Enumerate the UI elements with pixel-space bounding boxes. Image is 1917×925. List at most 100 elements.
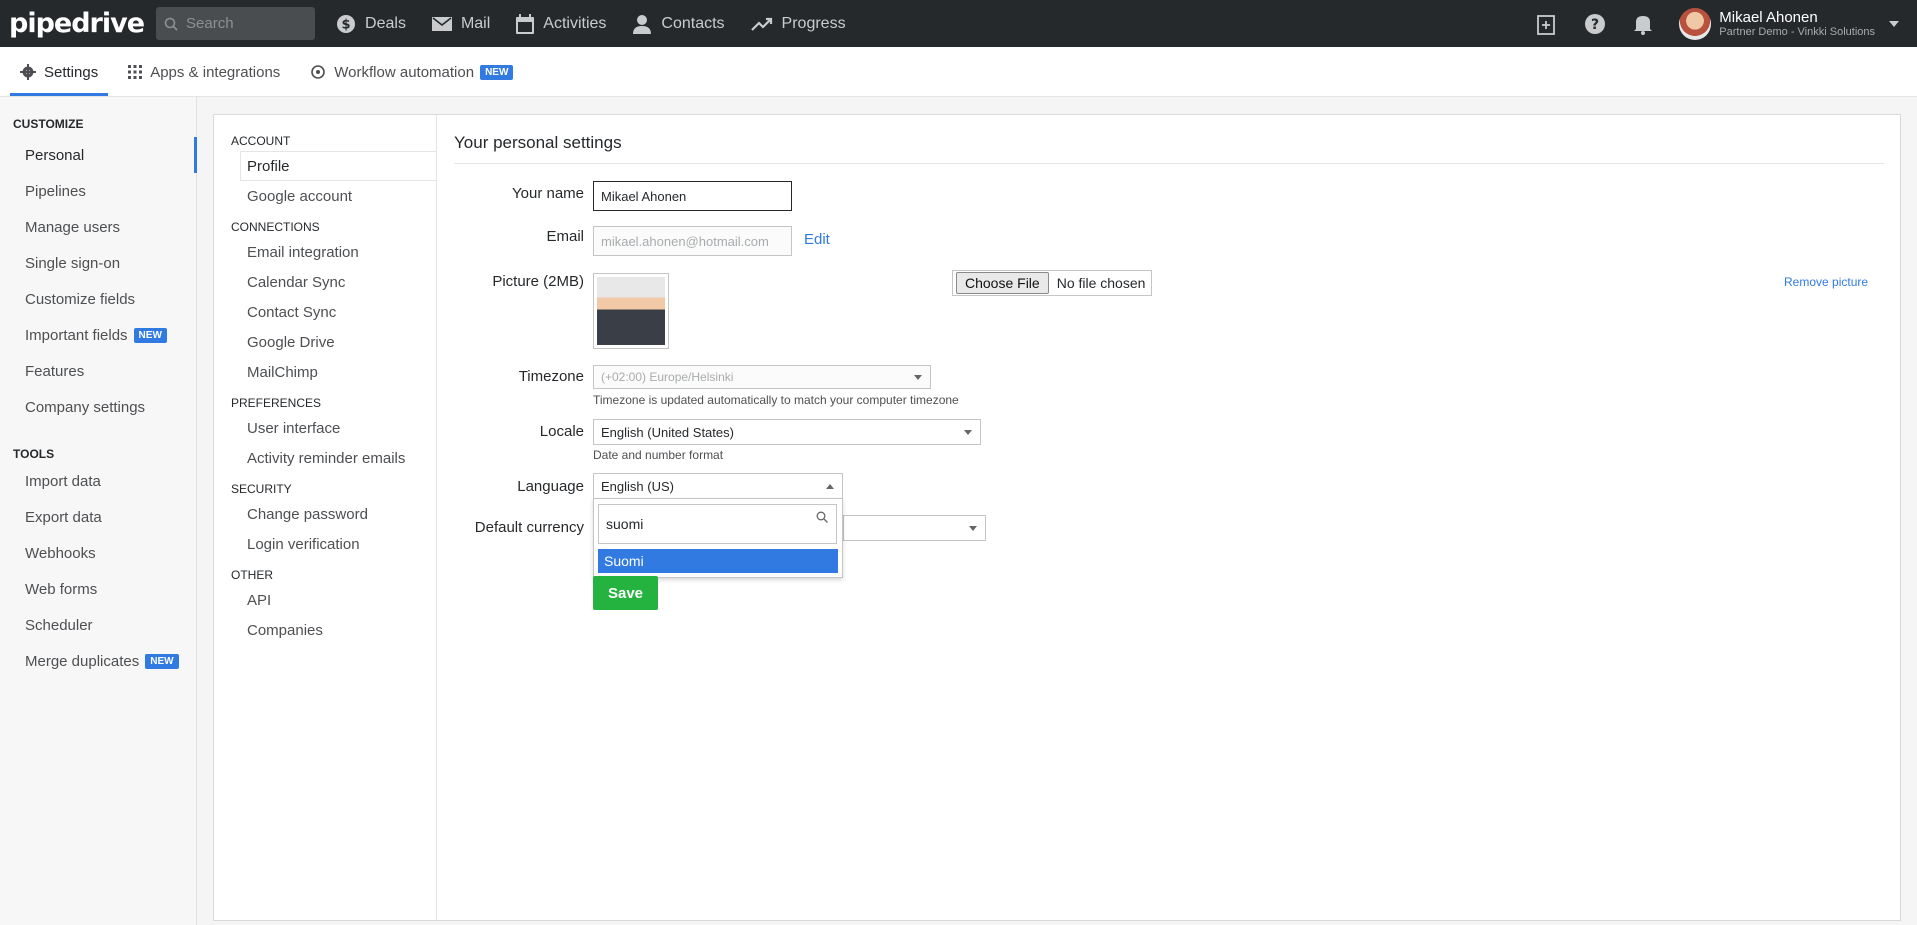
person-icon <box>633 14 652 34</box>
menu-item-companies[interactable]: Companies <box>214 615 436 645</box>
sidebar-item-important-fields[interactable]: Important fields NEW <box>0 317 196 353</box>
choose-file-button[interactable]: Choose File <box>956 272 1049 294</box>
help-icon[interactable]: ? <box>1583 12 1607 36</box>
notification-bell-icon[interactable] <box>1631 12 1655 36</box>
locale-value: English (United States) <box>601 424 734 440</box>
user-menu[interactable]: Mikael Ahonen Partner Demo - Vinkki Solu… <box>1719 9 1875 38</box>
nav-contacts[interactable]: Contacts <box>632 14 725 34</box>
calendar-icon <box>516 13 535 34</box>
settings-subnav: Settings Apps & integrations Workflow au… <box>0 47 1917 97</box>
profile-picture <box>593 273 669 349</box>
customize-heading: CUSTOMIZE <box>13 117 84 131</box>
sidebar-item-customize-fields[interactable]: Customize fields <box>0 281 196 317</box>
chevron-up-icon <box>826 484 834 489</box>
language-value: English (US) <box>601 478 674 494</box>
svg-text:?: ? <box>1591 17 1599 33</box>
tab-settings-label: Settings <box>44 63 99 81</box>
menu-item-activity-reminder-emails[interactable]: Activity reminder emails <box>214 443 436 473</box>
sidebar-item-scheduler[interactable]: Scheduler <box>0 607 196 643</box>
save-button[interactable]: Save <box>593 576 658 610</box>
sidebar-item-merge-duplicates[interactable]: Merge duplicates NEW <box>0 643 196 679</box>
sidebar-item-manage-users[interactable]: Manage users <box>0 209 196 245</box>
remove-picture-link[interactable]: Remove picture <box>1784 275 1868 289</box>
tab-workflow-label: Workflow automation <box>334 63 475 81</box>
menu-item-mailchimp[interactable]: MailChimp <box>214 357 436 387</box>
settings-card: ACCOUNT Profile Google account CONNECTIO… <box>213 114 1901 921</box>
locale-label: Locale <box>539 423 584 440</box>
language-select[interactable]: English (US) <box>593 473 843 499</box>
chevron-down-icon <box>914 375 922 380</box>
nav-deals-label: Deals <box>365 14 406 32</box>
sidebar-item-label: Important fields <box>25 326 128 344</box>
new-badge: NEW <box>145 653 179 669</box>
locale-hint: Date and number format <box>593 448 724 462</box>
other-heading: OTHER <box>231 568 273 582</box>
menu-item-api[interactable]: API <box>214 585 436 615</box>
search-icon <box>816 511 828 523</box>
name-field[interactable]: Mikael Ahonen <box>593 181 792 211</box>
email-label: Email <box>546 228 584 245</box>
personal-settings-form: Your personal settings Your name Mikael … <box>454 115 1884 920</box>
sidebar-item-export-data[interactable]: Export data <box>0 499 196 535</box>
picture-label: Picture (2MB) <box>492 273 584 290</box>
menu-item-profile[interactable]: Profile <box>240 151 436 181</box>
timezone-label: Timezone <box>518 368 584 385</box>
mail-icon <box>431 16 452 31</box>
nav-mail-label: Mail <box>460 14 491 32</box>
nav-deals[interactable]: $ Deals <box>336 14 406 34</box>
language-search-input[interactable]: suomi <box>598 504 837 544</box>
svg-text:$: $ <box>342 17 351 32</box>
tab-settings[interactable]: Settings <box>10 48 109 96</box>
robot-icon <box>311 65 326 79</box>
chevron-down-icon[interactable] <box>1889 20 1899 27</box>
gear-icon <box>20 64 36 80</box>
currency-select[interactable] <box>843 515 986 541</box>
pipedrive-logo[interactable]: pipedrive <box>9 8 145 39</box>
menu-item-calendar-sync[interactable]: Calendar Sync <box>214 267 436 297</box>
sidebar-item-webhooks[interactable]: Webhooks <box>0 535 196 571</box>
search-input[interactable]: Search <box>156 7 316 40</box>
menu-item-login-verification[interactable]: Login verification <box>214 529 436 559</box>
language-search-value: suomi <box>606 516 644 532</box>
sidebar-item-features[interactable]: Features <box>0 353 196 389</box>
language-option-suomi[interactable]: Suomi <box>598 549 838 573</box>
menu-item-google-account[interactable]: Google account <box>214 181 436 211</box>
tools-heading: TOOLS <box>13 447 55 461</box>
menu-item-email-integration[interactable]: Email integration <box>214 237 436 267</box>
nav-progress[interactable]: Progress <box>750 14 846 33</box>
sidebar-item-company-settings[interactable]: Company settings <box>0 389 196 425</box>
tab-apps-integrations[interactable]: Apps & integrations <box>118 48 290 96</box>
search-placeholder: Search <box>186 15 234 32</box>
search-icon <box>164 17 178 31</box>
quick-add-icon[interactable] <box>1535 12 1559 36</box>
new-badge: NEW <box>480 64 514 80</box>
timezone-select: (+02:00) Europe/Helsinki <box>593 365 931 389</box>
sidebar-item-personal[interactable]: Personal <box>0 137 197 173</box>
name-label: Your name <box>512 185 584 202</box>
currency-label: Default currency <box>474 519 584 536</box>
user-org: Partner Demo - Vinkki Solutions <box>1719 26 1875 38</box>
menu-item-user-interface[interactable]: User interface <box>214 413 436 443</box>
menu-item-contact-sync[interactable]: Contact Sync <box>214 297 436 327</box>
sidebar-item-pipelines[interactable]: Pipelines <box>0 173 196 209</box>
avatar[interactable] <box>1679 7 1712 40</box>
nav-mail[interactable]: Mail <box>431 14 491 33</box>
sidebar-item-import-data[interactable]: Import data <box>0 463 196 499</box>
settings-sidebar: CUSTOMIZE Personal Pipelines Manage user… <box>0 97 197 925</box>
edit-email-link[interactable]: Edit <box>804 231 830 248</box>
sidebar-item-single-sign-on[interactable]: Single sign-on <box>0 245 196 281</box>
sidebar-item-web-forms[interactable]: Web forms <box>0 571 196 607</box>
chevron-down-icon <box>969 526 977 531</box>
menu-item-change-password[interactable]: Change password <box>214 499 436 529</box>
tab-workflow-automation[interactable]: Workflow automation NEW <box>300 48 523 96</box>
file-upload[interactable]: Choose File No file chosen <box>952 270 1152 296</box>
nav-progress-label: Progress <box>781 14 846 32</box>
user-name: Mikael Ahonen <box>1719 9 1818 26</box>
nav-activities[interactable]: Activities <box>516 13 607 34</box>
dollar-icon: $ <box>337 14 356 33</box>
locale-select[interactable]: English (United States) <box>593 419 981 445</box>
nav-activities-label: Activities <box>543 14 607 32</box>
menu-item-google-drive[interactable]: Google Drive <box>214 327 436 357</box>
new-badge: NEW <box>133 327 167 343</box>
timezone-value: (+02:00) Europe/Helsinki <box>601 370 734 384</box>
